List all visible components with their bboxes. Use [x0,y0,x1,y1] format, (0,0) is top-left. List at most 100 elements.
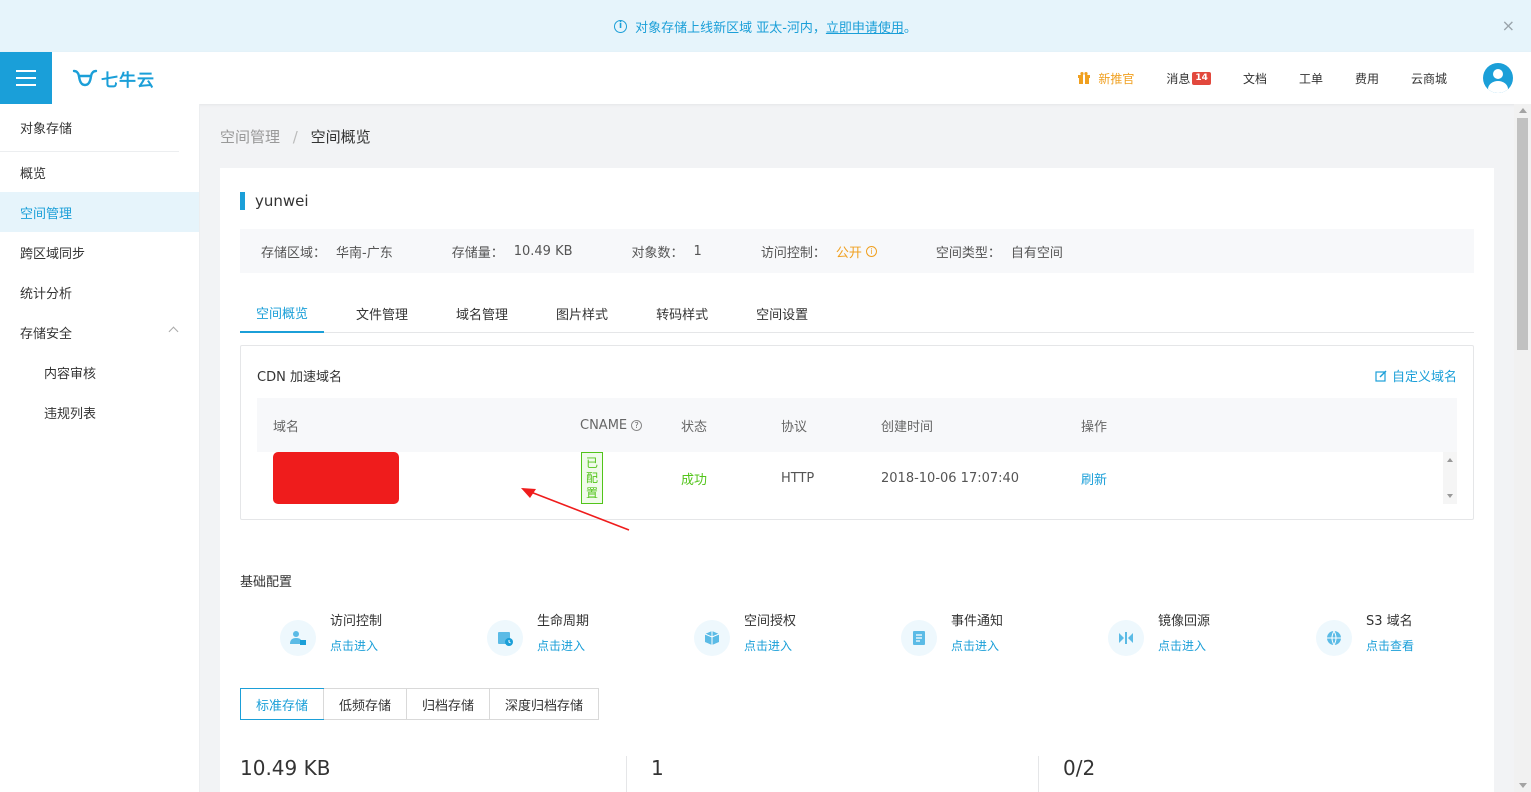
feature-enter-link[interactable]: 点击进入 [537,637,585,654]
breadcrumb-current: 空间概览 [310,128,371,146]
redaction-mark [273,452,399,504]
table-scrollbar[interactable] [1443,452,1457,504]
feature-name: 空间授权 [744,614,797,629]
scrollbar-thumb[interactable] [1517,118,1528,350]
table-row: 已配置 成功 HTTP 2018-10-06 17:07:40 刷新 [257,452,1443,504]
nav-recommend[interactable]: 新推官 [1077,70,1134,87]
tab-image-style[interactable]: 图片样式 [540,293,624,333]
banner-tail: 。 [903,20,917,36]
col-created: 创建时间 [881,419,934,435]
nav-mall[interactable]: 云商城 [1411,70,1447,87]
status-cell: 成功 [681,472,708,488]
feature-enter-link[interactable]: 点击进入 [330,637,378,654]
feature-lifecycle[interactable]: 生命周期 点击进入 [447,608,627,664]
feature-name: 镜像回源 [1158,614,1211,629]
access-label: 访问控制： [760,245,826,261]
cdn-domain-panel: CDN 加速域名 自定义域名 域名 CNAME ? 状态 协议 创建时间 操作 … [240,345,1474,531]
access-value[interactable]: 公开 i [836,242,877,261]
breadcrumb-separator: / [292,128,298,146]
nav-billing[interactable]: 费用 [1355,70,1379,87]
sidebar-subitem-violation-list[interactable]: 违规列表 [0,392,199,432]
annotation-arrow [521,488,630,531]
type-label: 空间类型： [935,245,1001,261]
custom-domain-label: 自定义域名 [1391,370,1457,385]
sidebar-item-bucket-manage[interactable]: 空间管理 [0,192,199,232]
user-avatar[interactable] [1483,63,1513,93]
breadcrumb: 空间管理 / 空间概览 [220,126,371,147]
nav-messages[interactable]: 消息 14 [1166,70,1211,87]
sidebar-item-storage-security[interactable]: 存储安全 [0,312,199,352]
nav-tickets[interactable]: 工单 [1299,70,1323,87]
globe-icon [1316,620,1352,656]
nav-messages-label: 消息 [1166,71,1191,86]
sidebar-item-overview[interactable]: 概览 [0,152,199,192]
lifecycle-icon [487,620,523,656]
sidebar-item-storage-security-label: 存储安全 [20,326,73,342]
tab-deep-archive-storage[interactable]: 深度归档存储 [489,689,598,719]
sidebar-subitem-content-review[interactable]: 内容审核 [0,352,199,392]
info-type: 空间类型： 自有空间 [936,242,1063,261]
feature-view-link[interactable]: 点击查看 [1366,637,1414,654]
feature-enter-link[interactable]: 点击进入 [744,637,792,654]
cdn-table-header: 域名 CNAME ? 状态 协议 创建时间 操作 [257,398,1457,452]
scroll-up-icon[interactable] [1519,108,1527,113]
feature-enter-link[interactable]: 点击进入 [1158,637,1206,654]
close-icon[interactable]: × [1502,16,1515,35]
region-value: 华南-广东 [336,245,393,261]
count-label: 对象数： [631,245,684,261]
tab-file-manage[interactable]: 文件管理 [340,293,424,333]
bucket-name: yunwei [240,192,309,210]
feature-s3-domain[interactable]: S3 域名 点击查看 [1276,608,1456,664]
refresh-button[interactable]: 刷新 [1081,452,1107,504]
banner-apply-link[interactable]: 立即申请使用 [826,17,904,36]
nav-docs[interactable]: 文档 [1243,70,1267,87]
basic-config-features: 访问控制 点击进入 生命周期 点击进入 空间授权 点击进入 事件通知 点击进入 [240,608,1474,664]
size-value: 10.49 KB [513,243,573,259]
col-cname-label: CNAME [580,417,628,433]
tab-space-settings[interactable]: 空间设置 [740,293,824,333]
menu-toggle-button[interactable] [0,52,52,104]
help-circle-icon[interactable]: ? [631,419,643,431]
messages-count-badge: 14 [1192,71,1211,85]
stat-divider [1038,756,1039,792]
scroll-down-icon[interactable] [1519,783,1527,788]
brand-logo[interactable]: 七牛云 [72,66,155,91]
sidebar-item-statistics[interactable]: 统计分析 [0,272,199,312]
bucket-overview-card: yunwei 存储区域： 华南-广东 存储量： 10.49 KB 对象数： 1 … [220,168,1494,792]
col-domain: 域名 [273,419,300,435]
tab-infrequent-storage[interactable]: 低频存储 [323,689,406,719]
nav-recommend-label: 新推官 [1098,71,1135,86]
custom-domain-button[interactable]: 自定义域名 [1375,366,1457,385]
feature-event-notify[interactable]: 事件通知 点击进入 [861,608,1041,664]
tab-domain-manage[interactable]: 域名管理 [440,293,524,333]
col-status: 状态 [681,419,708,435]
stat-api-requests: 0/2 [1063,756,1096,780]
info-circle-icon[interactable]: i [865,245,877,257]
tab-transcode-style[interactable]: 转码样式 [640,293,724,333]
basic-config-title: 基础配置 [240,575,293,590]
tab-archive-storage[interactable]: 归档存储 [406,689,489,719]
breadcrumb-parent[interactable]: 空间管理 [220,128,280,146]
stat-object-count: 1 [651,756,664,780]
gift-icon [1078,72,1091,84]
tab-overview[interactable]: 空间概览 [240,293,325,333]
access-value-text: 公开 [835,245,862,261]
feature-access-control[interactable]: 访问控制 点击进入 [240,608,420,664]
feature-space-auth[interactable]: 空间授权 点击进入 [654,608,834,664]
sidebar-item-cross-region-sync[interactable]: 跨区域同步 [0,232,199,272]
region-label: 存储区域： [261,245,327,261]
info-region: 存储区域： 华南-广东 [261,242,393,261]
feature-enter-link[interactable]: 点击进入 [951,637,999,654]
info-size: 存储量： 10.49 KB [452,242,573,261]
protocol-cell: HTTP [781,470,815,486]
page-scrollbar[interactable] [1514,104,1531,792]
banner-text: 对象存储上线新区域 亚太-河内， [635,20,826,36]
brand-name: 七牛云 [101,70,155,91]
tab-standard-storage[interactable]: 标准存储 [240,688,325,720]
sidebar: 对象存储 概览 空间管理 跨区域同步 统计分析 存储安全 内容审核 违规列表 [0,104,200,792]
feature-mirror-origin[interactable]: 镜像回源 点击进入 [1068,608,1248,664]
feature-name: 访问控制 [330,614,383,629]
stat-storage-size: 10.49 KB [240,756,331,780]
storage-stats: 10.49 KB 1 0/2 [240,756,1474,792]
bucket-tabs: 空间概览 文件管理 域名管理 图片样式 转码样式 空间设置 [240,293,1474,333]
